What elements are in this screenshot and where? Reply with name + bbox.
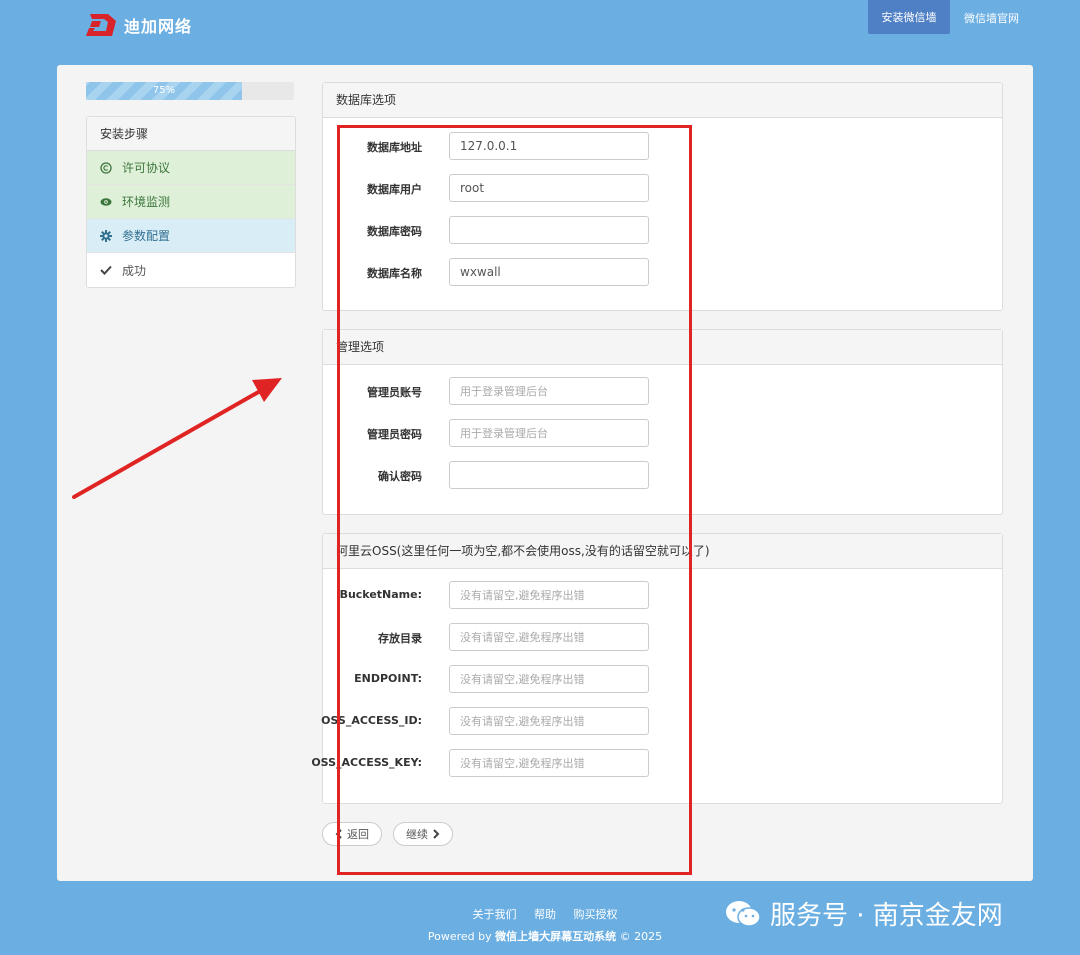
form-row: 确认密码 [323,461,1002,489]
brand-logo[interactable]: 迪加网络 [86,12,192,38]
field-label: BucketName: [339,588,422,601]
progress-bar: 75% [86,82,294,100]
db-section: 数据库选项 数据库地址 数据库用户 数据库密码 数据库名称 [322,82,1003,311]
check-icon [100,264,112,276]
footer-link-about[interactable]: 关于我们 [473,908,517,921]
form-row: 数据库用户 [323,174,1002,202]
step-success[interactable]: 成功 [87,253,295,287]
copyright-icon [100,161,112,174]
oss-bucket-input[interactable] [449,581,649,609]
form-row: ENDPOINT: [323,665,1002,693]
brand-name: 迪加网络 [124,17,193,36]
form-row: 管理员密码 [323,419,1002,447]
form-row: 存放目录 [323,623,1002,651]
watermark: 服务号 · 南京金友网 [724,895,1003,932]
steps-header: 安装步骤 [87,117,295,151]
powered-suffix: © 2025 [616,930,663,943]
field-label: 数据库地址 [367,141,422,154]
gear-icon [100,229,112,242]
field-label: 存放目录 [378,632,422,645]
step-label: 许可协议 [122,161,171,175]
admin-account-input[interactable] [449,377,649,405]
admin-password-input[interactable] [449,419,649,447]
field-label: 管理员账号 [367,386,422,399]
step-license[interactable]: 许可协议 [87,151,295,185]
field-label: 数据库密码 [367,225,422,238]
field-label: OSS_ACCESS_ID: [321,714,422,727]
field-label: 数据库用户 [367,183,422,196]
eye-icon [100,196,112,208]
main-panel: 75% 安装步骤 许可协议 环境监测 参数配置 成功 数据库选项 数据库地址 1… [57,65,1033,881]
oss-access-id-input[interactable] [449,707,649,735]
chevron-right-icon [433,829,440,839]
step-label: 环境监测 [122,195,171,209]
field-label: OSS_ACCESS_KEY: [311,756,422,769]
back-button[interactable]: 返回 [322,822,382,846]
form-row: 管理员账号 [323,377,1002,405]
logo-d-icon [86,14,116,36]
oss-endpoint-input[interactable] [449,665,649,693]
section-title: 管理选项 [323,330,1002,365]
footer-link-help[interactable]: 帮助 [534,908,556,921]
field-label: 管理员密码 [367,428,422,441]
chevron-left-icon [335,829,342,839]
step-env-check[interactable]: 环境监测 [87,185,295,219]
oss-section: 阿里云OSS(这里任何一项为空,都不会使用oss,没有的话留空就可以了) Buc… [311,533,1003,804]
field-label: 确认密码 [378,470,422,483]
step-label: 成功 [122,263,147,278]
watermark-text: 服务号 · 南京金友网 [770,901,1003,931]
form-row: 数据库地址 [323,132,1002,160]
db-password-input[interactable] [449,216,649,244]
form-row: OSS_ACCESS_KEY: [311,749,1002,777]
form-row: 数据库名称 [323,258,1002,286]
db-name-input[interactable] [449,258,649,286]
back-button-label: 返回 [347,828,369,841]
step-config[interactable]: 参数配置 [87,219,295,253]
next-button-label: 继续 [406,828,428,841]
admin-section: 管理选项 管理员账号 管理员密码 确认密码 [322,329,1003,515]
db-host-input[interactable] [449,132,649,160]
nav-install-wall[interactable]: 安装微信墙 [868,0,950,34]
oss-directory-input[interactable] [449,623,649,651]
form-row: OSS_ACCESS_ID: [321,707,1002,735]
field-label: 数据库名称 [367,267,422,280]
section-title: 阿里云OSS(这里任何一项为空,都不会使用oss,没有的话留空就可以了) [323,534,1002,569]
step-label: 参数配置 [122,229,171,243]
form-row: 数据库密码 [323,216,1002,244]
next-button[interactable]: 继续 [393,822,453,846]
form-row: BucketName: [323,581,1002,609]
confirm-password-input[interactable] [449,461,649,489]
powered-product[interactable]: 微信上墙大屏幕互动系统 [495,930,616,943]
field-label: ENDPOINT: [354,672,422,685]
footer-link-buy[interactable]: 购买授权 [574,908,618,921]
progress-fill: 75% [86,82,242,100]
wechat-icon [726,900,761,927]
install-steps: 安装步骤 许可协议 环境监测 参数配置 成功 [86,116,296,288]
top-bar: 迪加网络 安装微信墙 微信墙官网 [0,0,1080,48]
db-user-input[interactable] [449,174,649,202]
nav-official-site[interactable]: 微信墙官网 [964,10,1019,26]
section-title: 数据库选项 [323,83,1002,118]
oss-access-key-input[interactable] [449,749,649,777]
powered-prefix: Powered by [427,930,496,943]
